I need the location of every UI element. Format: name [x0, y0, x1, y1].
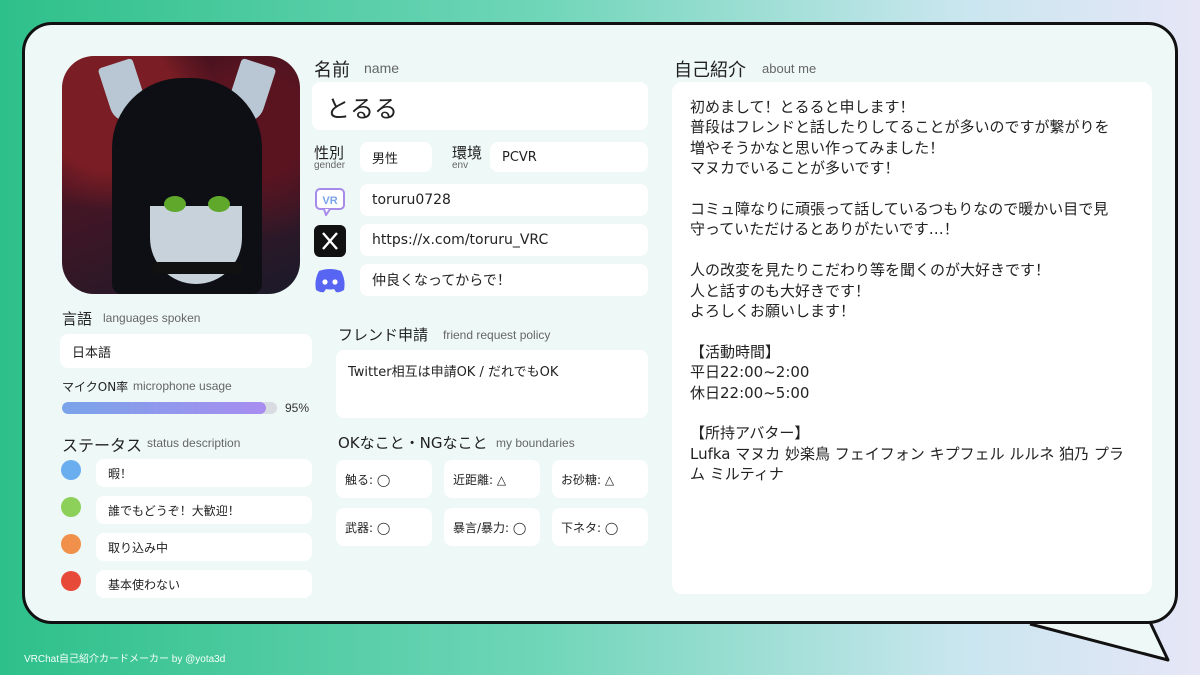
about-label-en: about me — [762, 61, 817, 76]
mic-label: マイクON率 — [62, 380, 129, 394]
boundary-sugar: お砂糖: △ — [552, 460, 648, 498]
status-dot-busy — [61, 534, 81, 554]
about-line: 初めまして！とるると申します！ — [690, 98, 915, 116]
friend-label-en: friend request policy — [443, 328, 551, 342]
mic-usage-percent: 95% — [285, 401, 310, 415]
svg-text:VR: VR — [322, 195, 337, 207]
languages-label: 言語 — [62, 310, 93, 328]
boundaries-label: OKなこと・NGなこと — [338, 434, 488, 452]
friend-label: フレンド申請 — [338, 326, 429, 344]
about-line: マヌカでいることが多いです！ — [690, 159, 900, 178]
about-line: Lufka マヌカ 妙楽鳥 フェイフォン キプフェル ルルネ 狛乃 プラ — [690, 444, 1124, 463]
x-icon[interactable] — [313, 224, 347, 258]
mic-label-en: microphone usage — [133, 379, 232, 393]
env-value: PCVR — [490, 142, 648, 172]
about-line: 平日22:00~2:00 — [690, 363, 810, 382]
status-dot-off — [61, 571, 81, 591]
discord-value: 仲良くなってからで！ — [360, 264, 648, 296]
about-line: 【所持アバター】 — [690, 424, 810, 443]
languages-label-en: languages spoken — [103, 311, 201, 325]
env-label-en: env — [452, 160, 469, 171]
status-text-welcome: 誰でもどうぞ！大歓迎！ — [96, 496, 312, 524]
name-label-en: name — [364, 60, 400, 76]
boundary-violence: 暴言/暴力: ◯ — [444, 508, 540, 546]
gender-value: 男性 — [360, 142, 432, 172]
status-text-off: 基本使わない — [96, 570, 312, 598]
name-label: 名前 — [314, 60, 350, 81]
status-dot-welcome — [61, 497, 81, 517]
friend-policy: Twitter相互は申請OK / だれでもOK — [336, 350, 648, 418]
about-line: コミュ障なりに頑張って話しているつもりなので暖かい目で見 — [690, 200, 1109, 218]
status-dot-free — [61, 460, 81, 480]
boundary-weapon: 武器: ◯ — [336, 508, 432, 546]
vrchat-icon: VR — [313, 184, 347, 218]
about-line: 守っていただけるとありがたいです…！ — [690, 220, 959, 239]
status-text-busy: 取り込み中 — [96, 533, 312, 561]
name-value: とるる — [312, 82, 648, 130]
mic-usage-fill — [62, 402, 267, 414]
status-label-en: status description — [147, 436, 241, 450]
boundary-lewd: 下ネタ: ◯ — [552, 508, 648, 546]
status-text-free: 暇！ — [96, 459, 312, 487]
vrchat-id: toruru0728 — [360, 184, 648, 216]
avatar — [62, 56, 300, 294]
about-line: 普段はフレンドと話したりしてることが多いのですが繋がりを — [690, 118, 1110, 137]
boundary-touch: 触る: ◯ — [336, 460, 432, 498]
about-line: 休日22:00~5:00 — [690, 383, 810, 402]
boundary-distance: 近距離: △ — [444, 460, 540, 498]
about-line: 人と話すのも大好きです！ — [690, 281, 871, 300]
status-label: ステータス — [62, 436, 143, 455]
x-link[interactable]: https://x.com/toruru_VRC — [360, 224, 648, 256]
discord-icon — [313, 264, 347, 298]
about-label: 自己紹介 — [674, 60, 746, 81]
footer-credit: VRChat自己紹介カードメーカー by @yota3d — [24, 654, 226, 665]
about-line: 【活動時間】 — [690, 342, 781, 361]
about-line: 人の改変を見たりこだわり等を聞くのが大好きです！ — [690, 261, 1051, 280]
about-line: ム ミルティナ — [690, 465, 784, 484]
about-line: よろしくお願いします！ — [690, 302, 856, 320]
languages-value: 日本語 — [60, 334, 312, 368]
about-line: 増やそうかなと思い作ってみました！ — [690, 138, 945, 157]
gender-label-en: gender — [314, 160, 346, 171]
boundaries-label-en: my boundaries — [496, 436, 575, 450]
mic-usage-bar — [62, 402, 277, 414]
